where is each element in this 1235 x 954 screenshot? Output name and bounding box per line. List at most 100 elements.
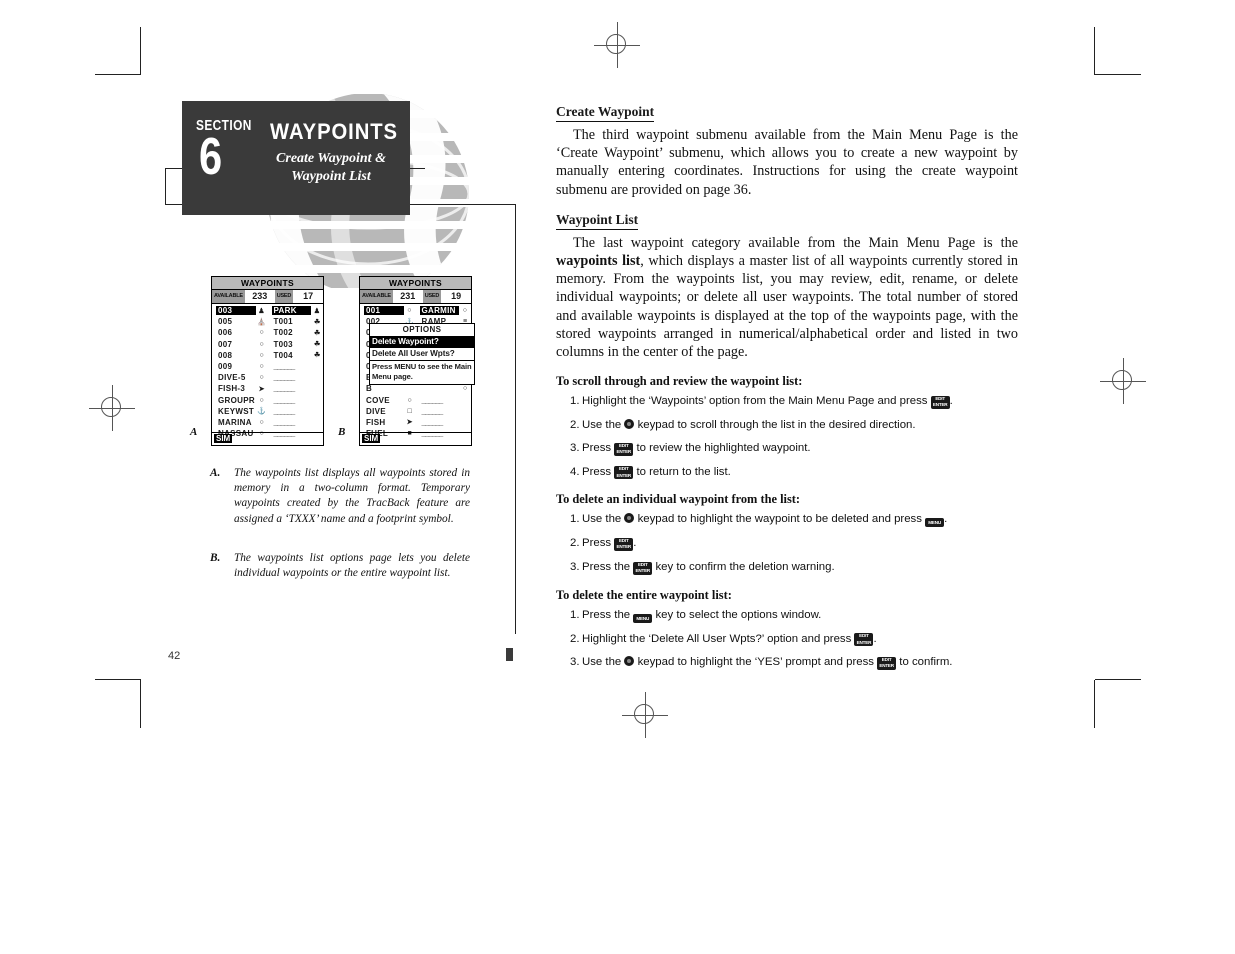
step-number: 1. xyxy=(570,608,580,621)
caption-a-text: The waypoints list displays all waypoint… xyxy=(234,467,470,525)
rocker-keypad-icon xyxy=(624,656,635,667)
waypoint-symbol-left-icon: ○ xyxy=(259,396,264,404)
body-column: Create Waypoint The third waypoint subme… xyxy=(556,103,1018,679)
gps-a-row[interactable]: 005 ⛪ T001 ☘ xyxy=(212,316,323,327)
gps-a-row[interactable]: 008 ○ T004 ☘ xyxy=(212,350,323,361)
procedure-steps: 1. Highlight the ‘Waypoints’ option from … xyxy=(556,394,1018,480)
procedure-steps: 1. Use the keypad to highlight the waypoi… xyxy=(556,512,1018,575)
step-number: 2. xyxy=(570,632,580,645)
step-text: Press the xyxy=(582,561,634,574)
waypoint-name-left: 003 xyxy=(216,306,256,316)
gps-a-row[interactable]: DIVE-5 ○ ______ xyxy=(212,372,323,383)
waypoint-symbol-left-icon: ➤ xyxy=(406,419,413,427)
procedure-title: To delete the entire waypoint list: xyxy=(556,587,732,602)
waypoint-symbol-right-icon: ♟ xyxy=(313,307,321,315)
registration-mark-left xyxy=(89,385,135,431)
crop-mark-tl-v xyxy=(140,27,142,75)
gps-b-row[interactable]: DIVE □ ______ xyxy=(360,406,471,417)
waypoint-name-left: MARINA xyxy=(218,417,252,427)
gps-a-row[interactable]: 006 ○ T002 ☘ xyxy=(212,327,323,338)
gps-screenshot-b: WAYPOINTS AVAILABLE 231 USED 19 001 ○ GARM… xyxy=(359,276,475,446)
figure-letter-a: A xyxy=(190,426,198,438)
gps-b-stats: AVAILABLE 231 USED 19 xyxy=(360,290,471,304)
gps-a-row[interactable]: KEYWST ⚓ ______ xyxy=(212,406,323,417)
waypoint-symbol-left-icon: ⚓ xyxy=(257,408,267,416)
caption-b-tag: B. xyxy=(210,552,221,564)
procedure-step: 2. Press EDIT ENTER. xyxy=(556,536,1018,552)
caption-b-text: The waypoints list options page lets you… xyxy=(234,552,470,580)
gps-a-row[interactable]: GROUPR ○ ______ xyxy=(212,395,323,406)
waypoint-name-right: ______ xyxy=(273,417,296,427)
waypoint-name-left: 007 xyxy=(218,339,233,349)
waypoint-name-right: ______ xyxy=(273,406,296,416)
gps-b-row[interactable]: 001 ○ GARMIN ○ xyxy=(360,305,471,316)
gps-a-waypoint-rows: 003 ♟ PARK ♟ 005 ⛪ T001 ☘ 006 ○ T002 ☘ 007 ○ T003 ☘ 008 ○… xyxy=(212,304,323,439)
gps-b-used-value: 19 xyxy=(451,291,462,301)
step-text: to confirm. xyxy=(896,656,953,669)
gps-a-sim-badge: SIM xyxy=(214,434,233,443)
waypoint-symbol-left-icon: ⛪ xyxy=(257,318,267,326)
gps-b-options-popup: OPTIONS Delete Waypoint? Delete All User… xyxy=(369,323,475,385)
procedure-step: 3. Press the EDIT ENTER key to confirm the… xyxy=(556,560,1018,575)
gps-screenshot-a: WAYPOINTS AVAILABLE 233 USED 17 003 ♟ PARK… xyxy=(211,276,324,446)
gps-a-title: WAYPOINTS xyxy=(212,277,323,290)
waypoint-name-right: ______ xyxy=(421,395,444,405)
options-item-delete-waypoint[interactable]: Delete Waypoint? xyxy=(370,336,474,348)
waypoint-name-left: 009 xyxy=(218,362,233,372)
gps-b-row[interactable]: FISH ➤ ______ xyxy=(360,417,471,428)
step-number: 1. xyxy=(570,395,580,408)
column-divider xyxy=(515,204,516,634)
step-text: Press xyxy=(582,537,615,550)
crop-mark-tl-h xyxy=(95,74,141,76)
waypoint-symbol-left-icon: ○ xyxy=(259,374,264,382)
step-number: 1. xyxy=(570,513,580,526)
paragraph-waypoint-list: The last waypoint category available fro… xyxy=(556,234,1018,361)
options-popup-note: Press MENU to see the Main Menu page. xyxy=(370,360,474,384)
section-subtitle: Create Waypoint & Waypoint List xyxy=(276,151,386,184)
waypoint-name-left: FISH-3 xyxy=(218,384,246,394)
step-number: 3. xyxy=(570,441,580,454)
step-number: 4. xyxy=(570,465,580,478)
waypoint-symbol-left-icon: ○ xyxy=(259,329,264,337)
figure-letter-b: B xyxy=(338,426,346,438)
waypoint-symbol-left-icon: ○ xyxy=(259,363,264,371)
waypoint-name-left: KEYWST xyxy=(218,406,255,416)
gps-b-row[interactable]: COVE ○ ______ xyxy=(360,395,471,406)
gps-a-stats: AVAILABLE 233 USED 17 xyxy=(212,290,323,304)
procedure-step: 1. Use the keypad to highlight the waypoi… xyxy=(556,512,1018,528)
registration-mark-right xyxy=(1100,358,1146,404)
gps-a-row[interactable]: 009 ○ ______ xyxy=(212,361,323,372)
gps-b-sim-badge: SIM xyxy=(362,434,381,443)
gps-b-used-label: USED xyxy=(422,290,442,303)
waypoint-symbol-left-icon: □ xyxy=(407,407,412,415)
section-number: 6 xyxy=(199,128,223,186)
gps-a-row[interactable]: 003 ♟ PARK ♟ xyxy=(212,305,323,316)
options-item-delete-all-user-wpts[interactable]: Delete All User Wpts? xyxy=(370,348,474,360)
waypoint-name-left: DIVE-5 xyxy=(218,373,246,383)
page-number: 42 xyxy=(168,650,181,662)
section-header-block: SECTION 6 WAYPOINTS Create Waypoint & Wa… xyxy=(182,101,410,215)
procedure-step: 1. Highlight the ‘Waypoints’ option from … xyxy=(556,394,1018,409)
waypoint-symbol-left-icon: ○ xyxy=(407,396,412,404)
waypoint-name-right: T001 xyxy=(273,317,293,327)
paragraph-waypoint-list-bold: waypoints list xyxy=(556,253,641,270)
edit-enter-key-icon: EDIT ENTER xyxy=(614,442,634,456)
rocker-keypad-icon xyxy=(624,418,635,429)
waypoint-symbol-right-icon: ○ xyxy=(462,307,468,315)
gps-a-row[interactable]: MARINA ○ ______ xyxy=(212,417,323,428)
rocker-keypad-icon xyxy=(624,513,635,524)
waypoint-name-right: GARMIN xyxy=(419,306,460,316)
step-number: 3. xyxy=(570,561,580,574)
registration-mark-bottom xyxy=(622,692,668,738)
waypoint-name-left: GROUPR xyxy=(218,395,255,405)
step-text: Press xyxy=(582,441,615,454)
gps-a-row[interactable]: FISH-3 ➤ ______ xyxy=(212,383,323,394)
gps-a-row[interactable]: 007 ○ T003 ☘ xyxy=(212,339,323,350)
gps-a-used-value: 17 xyxy=(303,291,314,301)
edit-enter-key-icon: EDIT ENTER xyxy=(854,633,874,647)
step-number: 3. xyxy=(570,656,580,669)
heading-create-waypoint: Create Waypoint xyxy=(556,104,655,122)
gps-a-available-label: AVAILABLE xyxy=(212,290,245,303)
step-text: Press the xyxy=(582,608,634,621)
waypoint-name-right: ______ xyxy=(273,384,296,394)
